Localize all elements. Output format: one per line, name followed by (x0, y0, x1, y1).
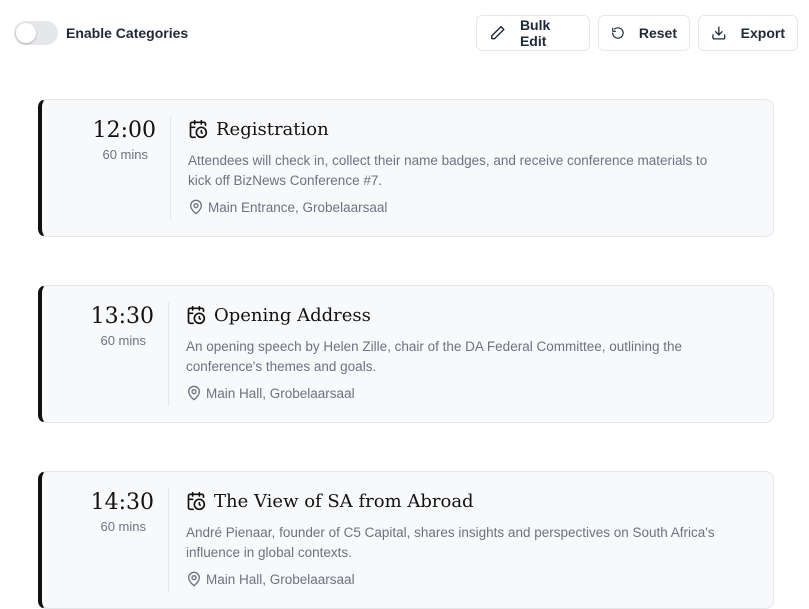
toggle-knob (16, 23, 36, 43)
session-title-row: Registration (188, 116, 728, 142)
session-duration: 60 mins (100, 519, 146, 534)
toolbar: Enable Categories Bulk Edit Reset Export (0, 0, 809, 66)
download-icon (712, 26, 726, 40)
session-title: Registration (216, 118, 329, 140)
session-time: 14:30 (90, 490, 154, 515)
session-location: Main Hall, Grobelaarsaal (186, 385, 726, 401)
enable-categories-toggle[interactable] (14, 21, 58, 45)
pencil-icon (491, 25, 505, 40)
session-title: Opening Address (214, 304, 371, 326)
map-pin-icon (190, 199, 202, 215)
session-title-row: Opening Address (186, 302, 726, 328)
session-title: The View of SA from Abroad (214, 490, 474, 512)
card-divider (170, 116, 171, 220)
session-description: André Pienaar, founder of C5 Capital, sh… (186, 525, 715, 560)
session-duration: 60 mins (100, 333, 146, 348)
session-location: Main Entrance, Grobelaarsaal (188, 199, 728, 215)
session-location: Main Hall, Grobelaarsaal (186, 571, 726, 587)
session-time: 13:30 (90, 304, 154, 329)
card-divider (168, 488, 169, 592)
session-title-row: The View of SA from Abroad (186, 488, 726, 514)
session-card[interactable]: 14:30 60 mins The View of SA from Abroad… (38, 471, 774, 609)
reset-button[interactable]: Reset (598, 15, 690, 51)
session-time: 12:00 (92, 118, 156, 143)
calendar-clock-icon (189, 119, 208, 139)
export-button[interactable]: Export (698, 15, 798, 51)
bulk-edit-label: Bulk Edit (519, 17, 551, 49)
session-location-text: Main Hall, Grobelaarsaal (206, 385, 355, 401)
session-description: Attendees will check in, collect their n… (188, 153, 708, 188)
session-time-column: 14:30 60 mins (42, 486, 168, 534)
session-content: Opening Address An opening speech by Hel… (186, 302, 726, 401)
map-pin-icon (188, 571, 200, 587)
session-description: An opening speech by Helen Zille, chair … (186, 339, 683, 374)
session-content: The View of SA from Abroad André Pienaar… (186, 488, 726, 587)
bulk-edit-button[interactable]: Bulk Edit (476, 15, 590, 51)
card-divider (168, 302, 169, 406)
session-card[interactable]: 13:30 60 mins Opening Address An opening… (38, 285, 774, 423)
session-content: Registration Attendees will check in, co… (188, 116, 728, 215)
session-location-text: Main Hall, Grobelaarsaal (206, 571, 355, 587)
session-location-text: Main Entrance, Grobelaarsaal (208, 199, 388, 215)
enable-categories-control: Enable Categories (14, 21, 188, 45)
session-card[interactable]: 12:00 60 mins Registration Attendees wil… (38, 99, 774, 237)
calendar-clock-icon (187, 491, 206, 511)
calendar-clock-icon (187, 305, 206, 325)
map-pin-icon (188, 385, 200, 401)
reset-label: Reset (638, 25, 677, 41)
rotate-ccw-icon (612, 27, 624, 39)
enable-categories-label: Enable Categories (66, 25, 189, 41)
session-duration: 60 mins (102, 147, 148, 162)
session-time-column: 12:00 60 mins (42, 114, 170, 162)
session-time-column: 13:30 60 mins (42, 300, 168, 348)
export-label: Export (740, 25, 785, 41)
